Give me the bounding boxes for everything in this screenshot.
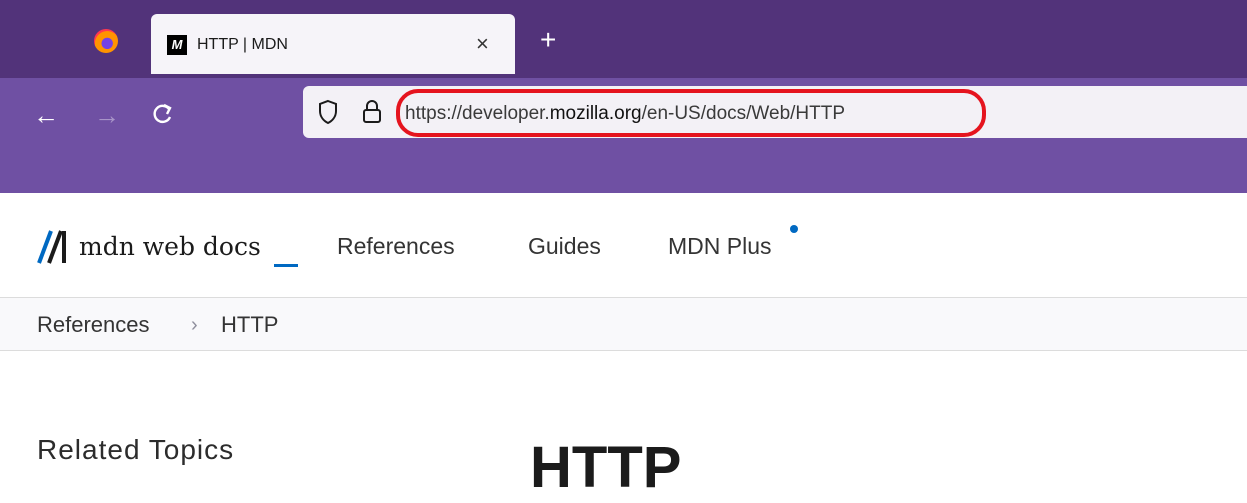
mdn-logo-icon[interactable]	[37, 229, 75, 265]
breadcrumb-http[interactable]: HTTP	[221, 312, 278, 338]
mdn-favicon-icon: M	[167, 35, 187, 55]
page-title: HTTP	[530, 435, 682, 500]
breadcrumb-references[interactable]: References	[37, 312, 150, 338]
reload-icon	[153, 103, 172, 124]
nav-references[interactable]: References	[337, 232, 455, 260]
firefox-icon[interactable]	[94, 29, 118, 53]
nav-mdn-plus[interactable]: MDN Plus	[668, 232, 772, 260]
close-tab-icon[interactable]: ×	[476, 31, 489, 57]
forward-button[interactable]: →	[94, 100, 120, 130]
new-tab-button[interactable]: +	[540, 25, 556, 55]
tab-title: HTTP | MDN	[197, 36, 288, 53]
logo-cursor	[274, 264, 298, 267]
back-button[interactable]: ←	[33, 100, 59, 130]
breadcrumb-separator-icon: ›	[191, 314, 198, 336]
notification-dot	[790, 225, 798, 233]
sidebar-heading: Related Topics	[37, 434, 235, 465]
tracking-protection-shield-icon[interactable]	[317, 99, 339, 125]
logo-wordmark[interactable]: mdn web docs	[79, 232, 261, 262]
lock-icon[interactable]	[361, 99, 383, 125]
url-highlight-annotation	[396, 89, 986, 137]
tab-http-mdn[interactable]: M HTTP | MDN ×	[151, 14, 515, 74]
breadcrumb	[0, 298, 1247, 351]
reload-button[interactable]	[150, 100, 174, 136]
nav-guides[interactable]: Guides	[528, 232, 601, 260]
